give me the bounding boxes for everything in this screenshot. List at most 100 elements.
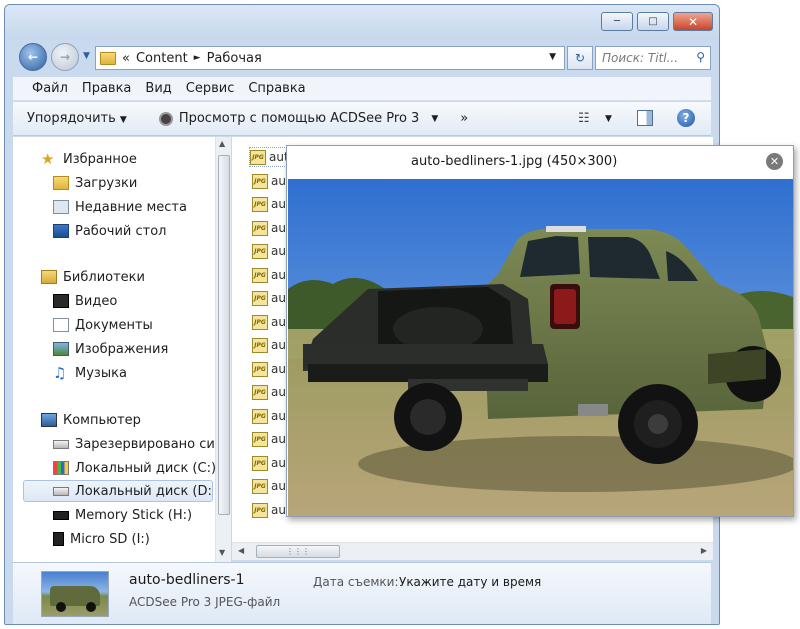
open-with-label: Просмотр с помощью ACDSee Pro 3	[178, 111, 420, 126]
organize-label: Упорядочить	[27, 111, 116, 126]
nav-scrollbar[interactable]: ▲ ▼	[215, 137, 231, 562]
menu-edit[interactable]: Правка	[77, 81, 136, 96]
breadcrumb-rabochaya[interactable]: Рабочая	[207, 51, 262, 66]
nav-downloads-label: Загрузки	[75, 175, 138, 191]
address-dropdown-icon[interactable]: ▼	[549, 52, 556, 62]
minimize-button[interactable]: ─	[601, 12, 633, 31]
organize-button[interactable]: Упорядочить ▼	[27, 111, 127, 126]
scroll-right-icon[interactable]: ▶	[701, 546, 707, 555]
chevron-down-icon: ▼	[431, 113, 439, 124]
minimize-icon: ─	[613, 16, 621, 27]
refresh-button[interactable]: ↻	[567, 46, 593, 70]
jpeg-file-icon: JPG	[250, 149, 266, 165]
nav-video-label: Видео	[75, 293, 118, 309]
acdsee-icon	[158, 111, 173, 126]
file-item[interactable]: JPG au	[252, 194, 286, 214]
nav-scroll-thumb[interactable]	[218, 155, 230, 515]
refresh-icon: ↻	[574, 51, 586, 65]
scroll-up-icon[interactable]: ▲	[219, 139, 225, 148]
history-dropdown-icon[interactable]: ▼	[83, 51, 90, 61]
jpeg-file-icon: JPG	[252, 361, 268, 377]
open-with-acdsee-button[interactable]: Просмотр с помощью ACDSee Pro 3 ▼	[158, 111, 439, 126]
menu-file[interactable]: Файл	[27, 81, 73, 96]
file-item[interactable]: JPG au	[252, 500, 286, 520]
nav-favorites[interactable]: ★ Избранное	[41, 148, 241, 170]
file-item[interactable]: JPG au	[252, 288, 286, 308]
jpeg-file-icon: JPG	[252, 290, 268, 306]
nav-desktop-label: Рабочий стол	[75, 223, 167, 239]
address-field[interactable]: « Content ► Рабочая ▼	[95, 46, 565, 70]
scroll-left-icon[interactable]: ◀	[238, 546, 244, 555]
nav-libraries[interactable]: Библиотеки	[41, 266, 241, 288]
details-file-type: ACDSee Pro 3 JPEG-файл	[129, 595, 281, 609]
close-icon: ✕	[687, 14, 699, 29]
command-bar: Упорядочить ▼ Просмотр с помощью ACDSee …	[13, 102, 711, 136]
file-item[interactable]: JPG au	[252, 406, 286, 426]
file-list-scrollbar[interactable]: ◀ ⋮⋮⋮ ▶	[232, 542, 713, 560]
nav-recent-label: Недавние места	[75, 199, 187, 215]
nav-music-label: Музыка	[75, 365, 127, 381]
file-name: au	[271, 315, 286, 329]
jpeg-file-icon: JPG	[252, 220, 268, 236]
file-name: au	[271, 409, 286, 423]
file-item[interactable]: JPG au	[252, 359, 286, 379]
scroll-down-icon[interactable]: ▼	[219, 548, 225, 557]
file-item[interactable]: JPG au	[252, 453, 286, 473]
file-item[interactable]: JPG au	[252, 476, 286, 496]
forward-button[interactable]: →	[51, 43, 79, 71]
jpeg-file-icon: JPG	[252, 267, 268, 283]
desktop-icon	[53, 224, 69, 238]
nav-computer[interactable]: Компьютер	[41, 409, 241, 431]
menu-tools[interactable]: Сервис	[181, 81, 240, 96]
computer-icon	[41, 413, 57, 427]
menu-bar: Файл Правка Вид Сервис Справка	[13, 77, 711, 101]
file-item[interactable]: JPG au	[252, 218, 286, 238]
nav-micro-sd-label: Micro SD (I:)	[70, 531, 150, 547]
view-options-icon[interactable]: ☷	[578, 111, 590, 126]
file-name: au	[271, 244, 286, 258]
nav-libraries-label: Библиотеки	[63, 269, 145, 285]
maximize-icon: □	[648, 16, 658, 27]
jpeg-file-icon: JPG	[252, 384, 268, 400]
file-list-scroll-thumb[interactable]: ⋮⋮⋮	[256, 545, 340, 558]
maximize-button[interactable]: □	[637, 12, 669, 31]
menu-help[interactable]: Справка	[243, 81, 310, 96]
file-item[interactable]: JPG au	[252, 312, 286, 332]
jpeg-file-icon: JPG	[252, 337, 268, 353]
breadcrumb-overflow[interactable]: «	[122, 51, 130, 66]
view-dropdown-icon[interactable]: ▼	[605, 114, 612, 124]
file-name: au	[271, 338, 286, 352]
help-icon[interactable]: ?	[677, 109, 695, 127]
breadcrumb-content[interactable]: Content	[136, 51, 188, 66]
file-item[interactable]: JPG au	[252, 265, 286, 285]
video-icon	[53, 294, 69, 308]
file-name: au	[271, 362, 286, 376]
jpeg-file-icon: JPG	[252, 431, 268, 447]
windows-drive-icon	[53, 461, 69, 475]
nav-images-label: Изображения	[75, 341, 169, 357]
nav-disk-d[interactable]: Локальный диск (D:)	[23, 480, 213, 502]
details-date-label: Дата съемки:	[313, 575, 399, 589]
search-input[interactable]: Поиск: Titl... ⚲	[595, 46, 711, 70]
details-date-value[interactable]: Укажите дату и время	[399, 575, 541, 589]
back-button[interactable]: ←	[19, 43, 47, 71]
close-button[interactable]: ✕	[673, 12, 713, 31]
file-name: au	[271, 291, 286, 305]
nav-documents-label: Документы	[75, 317, 153, 333]
jpeg-file-icon: JPG	[252, 173, 268, 189]
file-name: au	[271, 385, 286, 399]
file-item[interactable]: JPG au	[252, 382, 286, 402]
preview-pane-icon[interactable]	[637, 110, 653, 126]
menu-view[interactable]: Вид	[140, 81, 176, 96]
file-item[interactable]: JPG au	[252, 335, 286, 355]
navigation-pane: ★ Избранное Загрузки Недавние места Рабоч…	[13, 137, 231, 562]
arrow-right-icon: →	[59, 50, 71, 64]
preview-close-icon[interactable]: ✕	[766, 153, 783, 170]
file-item[interactable]: JPG au	[252, 429, 286, 449]
search-icon[interactable]: ⚲	[696, 50, 705, 64]
drive-icon	[53, 439, 69, 449]
file-item[interactable]: JPG au	[252, 241, 286, 261]
drive-icon	[53, 486, 69, 496]
more-commands-button[interactable]: »	[460, 111, 468, 126]
breadcrumb-separator-icon[interactable]: ►	[194, 53, 201, 63]
